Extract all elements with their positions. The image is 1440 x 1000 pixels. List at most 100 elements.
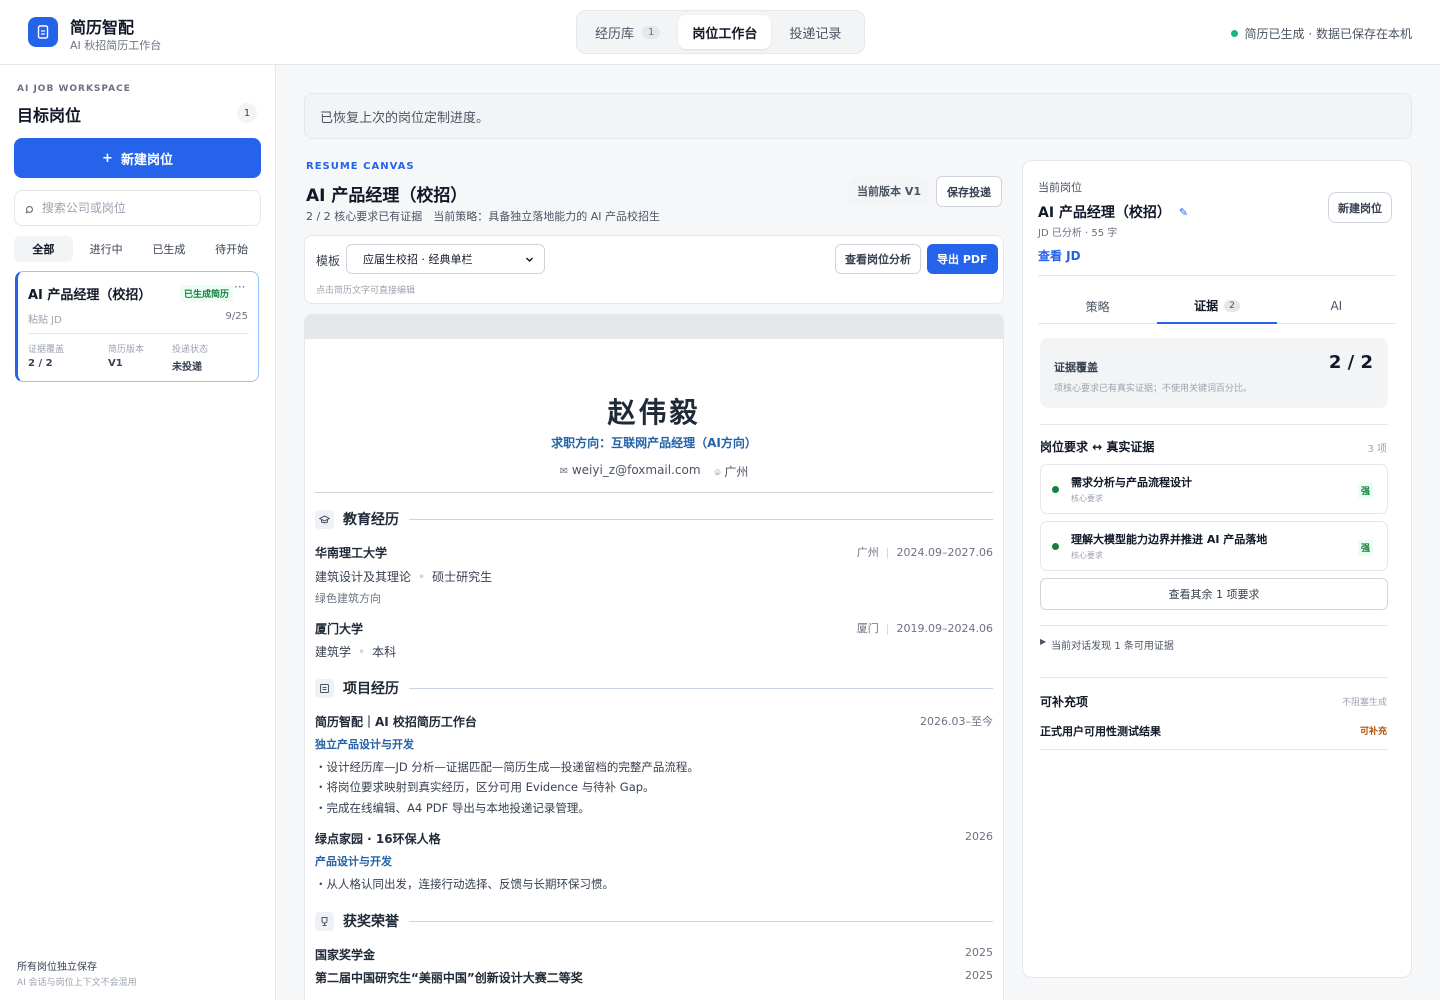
job-filters: 全部 进行中 已生成 待开始 bbox=[14, 236, 261, 262]
contact-email[interactable]: ✉ weiyi_z@foxmail.com bbox=[560, 463, 701, 480]
project-bullet[interactable]: ・将岗位要求映射到真实经历，区分可用 Evidence 与待补 Gap。 bbox=[315, 779, 655, 795]
evidence-coverage-card: 证据覆盖 项核心要求已有真实证据；不使用关键词百分比。 2 / 2 bbox=[1040, 338, 1388, 408]
document-icon bbox=[37, 25, 49, 39]
requirements-heading: 岗位要求 ↔ 真实证据 bbox=[1040, 440, 1155, 454]
tab-application-records[interactable]: 投递记录 bbox=[775, 15, 855, 49]
sidebar-kicker: AI JOB WORKSPACE bbox=[17, 84, 131, 94]
stat-value: V1 bbox=[108, 358, 123, 369]
stat-value: 未投递 bbox=[172, 362, 202, 373]
new-job-button[interactable]: + 新建岗位 bbox=[14, 138, 261, 178]
app-logo bbox=[28, 17, 58, 47]
tab-label: AI bbox=[1330, 299, 1343, 313]
edu-major-line[interactable]: 建筑学 • 本科 bbox=[315, 643, 396, 660]
divider bbox=[28, 333, 249, 334]
divider bbox=[1040, 749, 1388, 750]
status-dot-icon bbox=[1052, 543, 1059, 550]
project-bullet[interactable]: ・完成在线编辑、A4 PDF 导出与本地投递记录管理。 bbox=[315, 800, 590, 816]
awards-section-header: 获奖荣誉 bbox=[315, 911, 993, 931]
coverage-description: 项核心要求已有真实证据；不使用关键词百分比。 bbox=[1054, 384, 1253, 394]
school-name[interactable]: 华南理工大学 bbox=[315, 544, 387, 561]
view-more-requirements-button[interactable]: 查看其余 1 项要求 bbox=[1040, 578, 1388, 610]
project-period[interactable]: 2026 bbox=[965, 830, 993, 847]
tab-label: 经历库 bbox=[595, 26, 635, 42]
app-subtitle: AI 秋招简历工作台 bbox=[70, 39, 162, 52]
tab-job-workspace[interactable]: 岗位工作台 bbox=[678, 15, 772, 49]
resume-contact: ✉ weiyi_z@foxmail.com ⌾ 广州 bbox=[305, 463, 1003, 480]
award-year[interactable]: 2025 bbox=[965, 969, 993, 986]
job-count-badge: 1 bbox=[237, 103, 257, 123]
projects-section-header: 项目经历 bbox=[315, 678, 993, 698]
edu-degree: 本科 bbox=[372, 645, 397, 659]
edu-period: 2024.09–2027.06 bbox=[896, 546, 993, 559]
requirement-type: 核心要求 bbox=[1071, 494, 1103, 503]
edu-period: 2019.09–2024.06 bbox=[896, 622, 993, 635]
filter-pending[interactable]: 待开始 bbox=[202, 236, 261, 262]
project-title[interactable]: 简历智配｜AI 校招简历工作台 bbox=[315, 713, 477, 730]
award-title[interactable]: 第二届中国研究生“美丽中国”创新设计大赛二等奖 bbox=[315, 969, 583, 986]
award-year[interactable]: 2025 bbox=[965, 946, 993, 963]
tab-evidence[interactable]: 证据 2 bbox=[1157, 289, 1277, 324]
sidebar-footer-title: 所有岗位独立保存 bbox=[17, 962, 97, 973]
section-title[interactable]: 获奖荣誉 bbox=[343, 911, 399, 931]
save-application-button[interactable]: 保存投递 bbox=[936, 176, 1002, 207]
strength-badge: 强 bbox=[1357, 482, 1373, 499]
tab-ai[interactable]: AI bbox=[1276, 289, 1396, 324]
section-title[interactable]: 教育经历 bbox=[343, 509, 399, 529]
canvas-meta: 2 / 2 核心要求已有证据 当前策略：具备独立落地能力的 AI 产品校招生 bbox=[306, 210, 660, 223]
sidebar-title: 目标岗位 bbox=[17, 106, 82, 125]
award-title[interactable]: 国家奖学金 bbox=[315, 946, 375, 963]
requirements-count: 3 项 bbox=[1367, 444, 1387, 455]
job-search-input[interactable] bbox=[41, 201, 250, 215]
project-role[interactable]: 产品设计与开发 bbox=[315, 853, 392, 869]
supplement-item[interactable]: 正式用户可用性测试结果 bbox=[1040, 723, 1161, 739]
strength-badge: 强 bbox=[1357, 539, 1373, 556]
edu-meta[interactable]: 广州 | 2024.09–2027.06 bbox=[857, 544, 993, 561]
supplement-badge: 可补充 bbox=[1359, 727, 1387, 737]
filter-all[interactable]: 全部 bbox=[14, 236, 73, 262]
requirement-card[interactable]: 需求分析与产品流程设计 核心要求 强 bbox=[1040, 464, 1388, 514]
edu-note[interactable]: 绿色建筑方向 bbox=[315, 590, 381, 606]
panel-job-title: AI 产品经理（校招） ✎ bbox=[1038, 202, 1188, 222]
divider bbox=[1040, 625, 1388, 626]
filter-generated[interactable]: 已生成 bbox=[140, 236, 199, 262]
trophy-icon bbox=[315, 911, 334, 931]
job-date: 9/25 bbox=[225, 311, 248, 322]
project-period[interactable]: 2026.03–至今 bbox=[920, 713, 993, 730]
view-jd-link[interactable]: 查看 JD bbox=[1038, 247, 1081, 264]
stat-application-status: 投递状态 未投递 bbox=[172, 342, 208, 373]
plus-icon: + bbox=[102, 150, 113, 166]
section-title[interactable]: 项目经历 bbox=[343, 678, 399, 698]
project-role[interactable]: 独立产品设计与开发 bbox=[315, 736, 414, 752]
award-item: 国家奖学金 2025 bbox=[315, 946, 993, 963]
pencil-icon[interactable]: ✎ bbox=[1179, 206, 1188, 219]
new-job-label: 新建岗位 bbox=[120, 152, 173, 168]
tab-count: 2 bbox=[1224, 299, 1240, 312]
resume-name[interactable]: 赵伟毅 bbox=[305, 391, 1003, 431]
template-select[interactable]: 应届生校招 · 经典单栏 bbox=[346, 244, 545, 274]
tab-strategy[interactable]: 策略 bbox=[1038, 289, 1158, 324]
job-search bbox=[14, 190, 261, 226]
edu-meta[interactable]: 厦门 | 2019.09–2024.06 bbox=[857, 620, 993, 637]
contact-city[interactable]: ⌾ 广州 bbox=[715, 463, 749, 480]
requirement-card[interactable]: 理解大模型能力边界并推进 AI 产品落地 核心要求 强 bbox=[1040, 521, 1388, 571]
section-rule bbox=[409, 687, 993, 689]
conversation-evidence-toggle[interactable]: ▶ 当前对话发现 1 条可用证据 bbox=[1040, 637, 1174, 652]
sidebar-footer-note: AI 会话与岗位上下文不会混用 bbox=[17, 978, 137, 988]
project-title[interactable]: 绿点家园 · 16环保人格 bbox=[315, 830, 441, 847]
export-pdf-button[interactable]: 导出 PDF bbox=[927, 244, 998, 274]
edu-major-line[interactable]: 建筑设计及其理论 • 硕士研究生 bbox=[315, 568, 492, 585]
project-icon bbox=[315, 678, 334, 698]
more-options-icon[interactable]: ··· bbox=[234, 280, 245, 294]
jd-meta: JD 已分析 · 55 字 bbox=[1038, 228, 1118, 239]
resume-objective[interactable]: 求职方向：互联网产品经理（AI方向） bbox=[305, 434, 1003, 451]
tab-experience-library[interactable]: 经历库 1 bbox=[581, 15, 674, 49]
school-name[interactable]: 厦门大学 bbox=[315, 620, 363, 637]
stat-label: 证据覆盖 bbox=[28, 345, 65, 355]
job-card[interactable]: AI 产品经理（校招） 已生成简历 ··· 粘贴 JD 9/25 证据覆盖 2 … bbox=[15, 271, 259, 382]
filter-in-progress[interactable]: 进行中 bbox=[77, 236, 136, 262]
project-bullet[interactable]: ・从人格认同出发，连接行动选择、反馈与长期环保习惯。 bbox=[315, 876, 614, 892]
project-bullet[interactable]: ・设计经历库—JD 分析—证据匹配—简历生成—投递留档的完整产品流程。 bbox=[315, 759, 699, 775]
panel-new-job-button[interactable]: 新建岗位 bbox=[1328, 192, 1392, 223]
view-analysis-button[interactable]: 查看岗位分析 bbox=[835, 244, 921, 274]
requirement-title: 理解大模型能力边界并推进 AI 产品落地 bbox=[1071, 533, 1268, 546]
